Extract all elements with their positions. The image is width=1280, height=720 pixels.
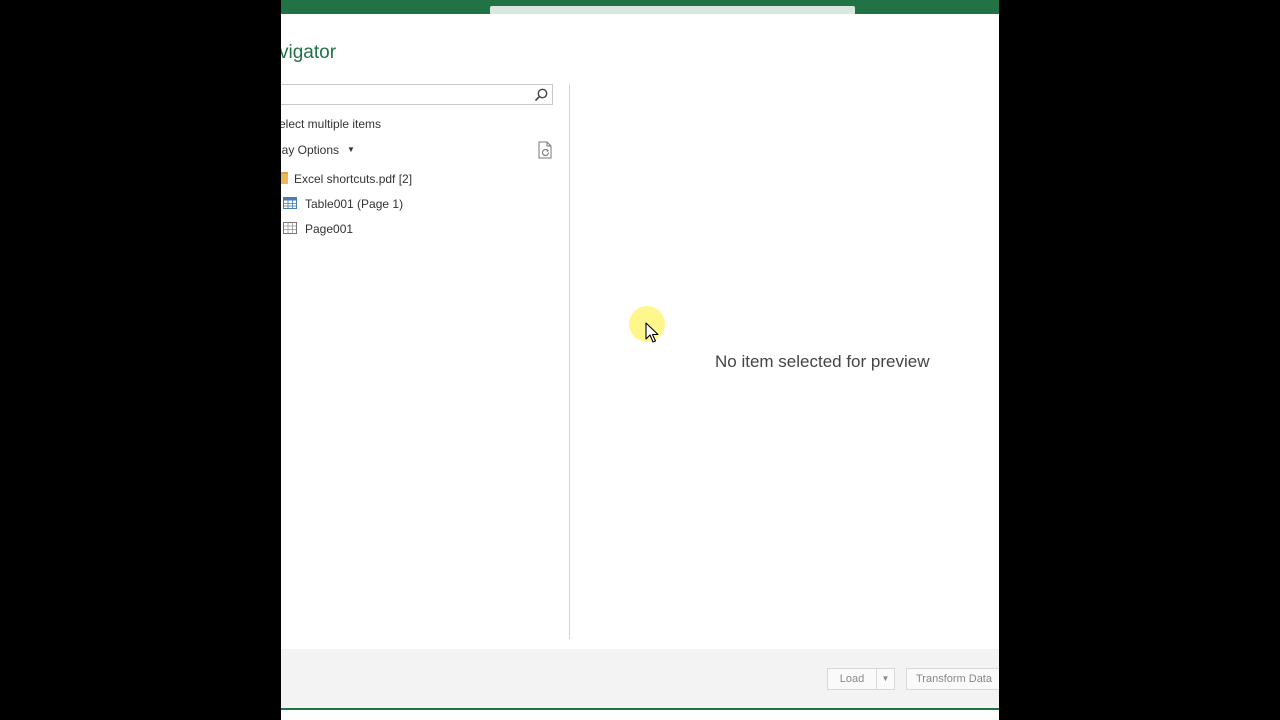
- tree-item-page001[interactable]: Page001: [283, 220, 353, 238]
- navigator-search-input[interactable]: [284, 86, 524, 103]
- refresh-icon[interactable]: [537, 141, 553, 159]
- status-bar: [281, 710, 999, 720]
- search-icon[interactable]: [533, 87, 549, 103]
- page-icon: [283, 221, 297, 239]
- select-multiple-items-checkbox-label[interactable]: elect multiple items: [281, 117, 381, 131]
- navigator-search-box[interactable]: [281, 84, 553, 105]
- tree-item-label: Excel shortcuts.pdf [2]: [294, 172, 413, 186]
- caret-down-icon: ▼: [347, 145, 355, 154]
- tree-item-folder[interactable]: Excel shortcuts.pdf [2]: [281, 170, 412, 188]
- transform-data-button[interactable]: Transform Data: [906, 668, 999, 690]
- table-icon: [283, 196, 297, 214]
- tree-item-label: Table001 (Page 1): [305, 197, 404, 211]
- mouse-pointer-icon: [645, 322, 659, 344]
- display-options-dropdown[interactable]: lay Options ▼: [281, 143, 355, 157]
- load-button[interactable]: Load: [827, 668, 877, 690]
- display-options-label: lay Options: [281, 143, 340, 157]
- tree-item-label: Page001: [305, 222, 354, 236]
- folder-icon: [281, 171, 288, 189]
- tree-item-table001[interactable]: Table001 (Page 1): [283, 195, 403, 213]
- dialog-title: vigator: [281, 42, 337, 63]
- pane-divider[interactable]: [569, 84, 570, 639]
- preview-empty-message: No item selected for preview: [715, 352, 930, 371]
- navigator-window: vigator elect multiple items lay Options…: [281, 0, 999, 720]
- title-bar: [281, 0, 999, 14]
- app-search-box[interactable]: [490, 6, 855, 14]
- load-dropdown-button[interactable]: ▼: [876, 668, 895, 690]
- caret-down-icon: ▼: [881, 674, 890, 683]
